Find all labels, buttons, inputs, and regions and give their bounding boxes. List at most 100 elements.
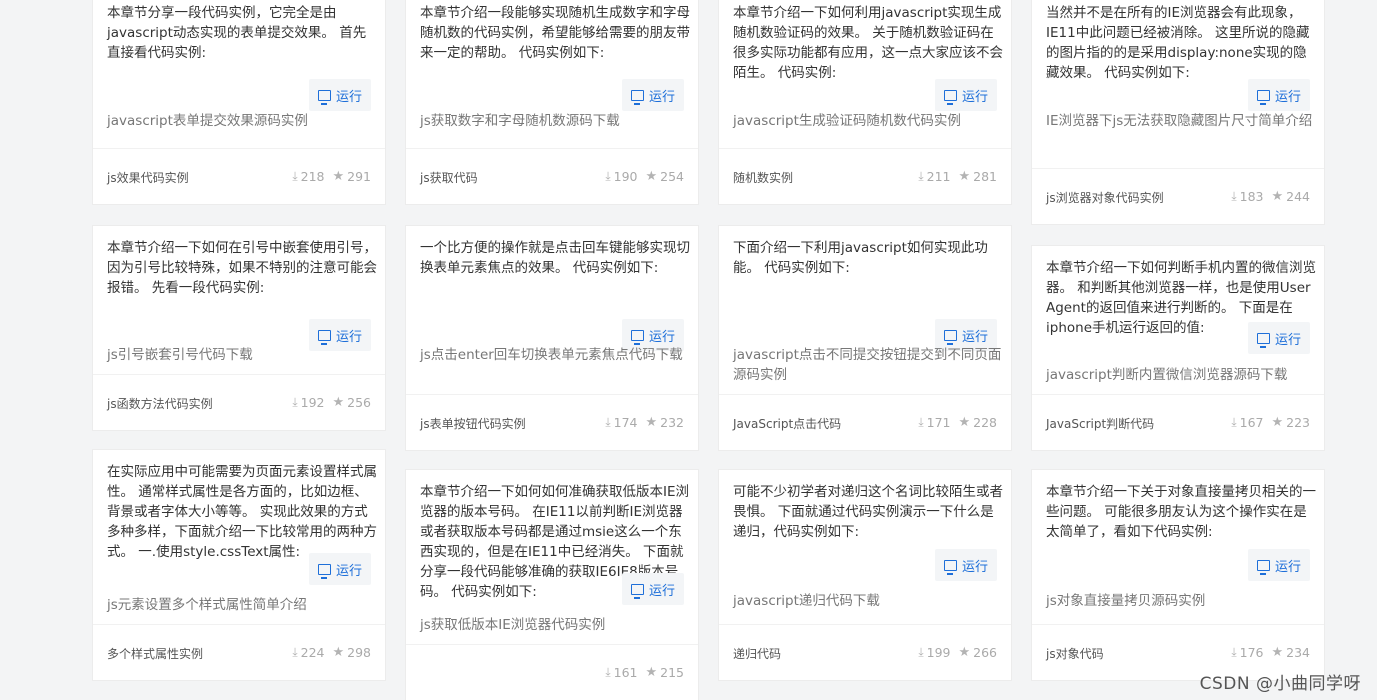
star-count: 256 bbox=[347, 395, 371, 410]
star-icon: ★ bbox=[1271, 415, 1284, 430]
run-button[interactable]: 运行 bbox=[309, 553, 371, 585]
card-description: 下面介绍一下利用javascript如何实现此功能。 代码实例如下: bbox=[733, 240, 988, 276]
monitor-icon bbox=[1256, 89, 1270, 105]
download-icon: ⤓ bbox=[292, 645, 298, 659]
card-download-link[interactable]: js获取数字和字母随机数源码下载 bbox=[420, 111, 690, 131]
monitor-icon bbox=[943, 329, 957, 345]
download-count: 218 bbox=[300, 169, 325, 184]
run-label: 运行 bbox=[335, 563, 362, 579]
code-card: 本章节介绍一段能够实现随机生成数字和字母随机数的代码实例，希望能够给需要的朋友带… bbox=[405, 0, 699, 205]
card-description: 本章节介绍一下如何利用javascript实现生成随机数验证码的效果。 关于随机… bbox=[733, 5, 1003, 81]
star-count: 232 bbox=[660, 415, 684, 430]
card-download-link[interactable]: js元素设置多个样式属性简单介绍 bbox=[107, 595, 377, 615]
card-footer: js函数方法代码实例 ⤓ 192 ★ 256 bbox=[93, 374, 385, 430]
run-label: 运行 bbox=[648, 583, 675, 599]
monitor-icon bbox=[317, 563, 331, 579]
monitor-icon bbox=[943, 89, 957, 105]
card-description: 一个比方便的操作就是点击回车键能够实现切换表单元素焦点的效果。 代码实例如下: bbox=[420, 240, 690, 276]
star-count: 281 bbox=[973, 169, 997, 184]
card-download-link[interactable]: js获取低版本IE浏览器代码实例 bbox=[420, 615, 690, 635]
card-tag[interactable]: 递归代码 bbox=[733, 645, 781, 662]
monitor-icon bbox=[317, 329, 331, 345]
card-description: 可能不少初学者对递归这个名词比较陌生或者畏惧。 下面就通过代码实例演示一下什么是… bbox=[733, 484, 1003, 540]
card-download-link[interactable]: javascript点击不同提交按钮提交到不同页面源码实例 bbox=[733, 345, 1003, 385]
card-download-link[interactable]: javascript递归代码下载 bbox=[733, 591, 1003, 611]
monitor-icon bbox=[630, 583, 644, 599]
card-description: 当然并不是在所有的IE浏览器会有此现象，IE11中此问题已经被消除。 这里所说的… bbox=[1046, 5, 1310, 81]
star-count: 215 bbox=[660, 665, 684, 680]
card-tag[interactable]: JavaScript点击代码 bbox=[733, 415, 841, 432]
card-stats: ⤓ 211 ★ 281 bbox=[918, 169, 997, 184]
download-icon: ⤓ bbox=[605, 169, 611, 183]
run-button[interactable]: 运行 bbox=[1248, 322, 1310, 354]
card-download-link[interactable]: javascript生成验证码随机数代码实例 bbox=[733, 111, 1003, 131]
download-icon: ⤓ bbox=[1231, 189, 1237, 203]
card-stats: ⤓ 167 ★ 223 bbox=[1231, 415, 1310, 430]
download-count: 171 bbox=[926, 415, 951, 430]
card-stats: ⤓ 224 ★ 298 bbox=[292, 645, 371, 660]
card-footer: JavaScript判断代码 ⤓ 167 ★ 223 bbox=[1032, 394, 1324, 450]
card-download-link[interactable]: js引号嵌套引号代码下载 bbox=[107, 345, 377, 365]
card-description: 在实际应用中可能需要为页面元素设置样式属性。 通常样式属性是各方面的，比如边框、… bbox=[107, 464, 377, 560]
code-card: 下面介绍一下利用javascript如何实现此功能。 代码实例如下: 运行 ja… bbox=[718, 225, 1012, 451]
run-button[interactable]: 运行 bbox=[309, 79, 371, 111]
card-description: 本章节介绍一下如何在引号中嵌套使用引号，因为引号比较特殊，如果不特别的注意可能会… bbox=[107, 240, 377, 296]
card-tag[interactable]: js表单按钮代码实例 bbox=[420, 415, 526, 432]
download-icon: ⤓ bbox=[918, 169, 924, 183]
card-tag[interactable]: 多个样式属性实例 bbox=[107, 645, 203, 662]
card-download-link[interactable]: IE浏览器下js无法获取隐藏图片尺寸简单介绍 bbox=[1046, 111, 1316, 131]
star-icon: ★ bbox=[958, 645, 971, 660]
code-card: 可能不少初学者对递归这个名词比较陌生或者畏惧。 下面就通过代码实例演示一下什么是… bbox=[718, 469, 1012, 681]
run-button[interactable]: 运行 bbox=[1248, 79, 1310, 111]
code-card: 在实际应用中可能需要为页面元素设置样式属性。 通常样式属性是各方面的，比如边框、… bbox=[92, 449, 386, 681]
monitor-icon bbox=[943, 559, 957, 575]
run-label: 运行 bbox=[1274, 332, 1301, 348]
download-count: 211 bbox=[926, 169, 951, 184]
download-icon: ⤓ bbox=[605, 665, 611, 679]
card-download-link[interactable]: javascript表单提交效果源码实例 bbox=[107, 111, 377, 131]
code-card: 一个比方便的操作就是点击回车键能够实现切换表单元素焦点的效果。 代码实例如下: … bbox=[405, 225, 699, 451]
star-icon: ★ bbox=[332, 395, 345, 410]
card-stats: ⤓ 183 ★ 244 bbox=[1231, 189, 1310, 204]
star-icon: ★ bbox=[645, 665, 658, 680]
star-icon: ★ bbox=[1271, 189, 1284, 204]
card-description: 本章节介绍一下关于对象直接量拷贝相关的一些问题。 可能很多朋友认为这个操作实在是… bbox=[1046, 484, 1316, 540]
card-footer: JavaScript点击代码 ⤓ 171 ★ 228 bbox=[719, 394, 1011, 450]
run-button[interactable]: 运行 bbox=[935, 549, 997, 581]
download-count: 174 bbox=[613, 415, 638, 430]
card-tag[interactable]: js浏览器对象代码实例 bbox=[1046, 189, 1164, 206]
card-tag[interactable]: js函数方法代码实例 bbox=[107, 395, 213, 412]
card-footer: js效果代码实例 ⤓ 218 ★ 291 bbox=[93, 148, 385, 204]
code-card: 本章节介绍一下如何利用javascript实现生成随机数验证码的效果。 关于随机… bbox=[718, 0, 1012, 205]
star-count: 291 bbox=[347, 169, 371, 184]
code-card: 本章节介绍一下关于对象直接量拷贝相关的一些问题。 可能很多朋友认为这个操作实在是… bbox=[1031, 469, 1325, 681]
run-button[interactable]: 运行 bbox=[622, 79, 684, 111]
card-download-link[interactable]: js点击enter回车切换表单元素焦点代码下载 bbox=[420, 345, 690, 365]
card-stats: ⤓ 176 ★ 234 bbox=[1231, 645, 1310, 660]
card-footer: js获取代码 ⤓ 190 ★ 254 bbox=[406, 148, 698, 204]
star-count: 234 bbox=[1286, 645, 1310, 660]
card-tag[interactable]: js效果代码实例 bbox=[107, 169, 189, 186]
code-card: 本章节介绍一下如何判断手机内置的微信浏览器。 和判断其他浏览器一样，也是使用Us… bbox=[1031, 245, 1325, 451]
star-icon: ★ bbox=[645, 415, 658, 430]
card-tag[interactable]: js获取代码 bbox=[420, 169, 478, 186]
download-icon: ⤓ bbox=[605, 415, 611, 429]
download-count: 183 bbox=[1239, 189, 1264, 204]
monitor-icon bbox=[1256, 559, 1270, 575]
card-tag[interactable]: js对象代码 bbox=[1046, 645, 1104, 662]
run-button[interactable]: 运行 bbox=[935, 79, 997, 111]
card-footer: 随机数实例 ⤓ 211 ★ 281 bbox=[719, 148, 1011, 204]
run-label: 运行 bbox=[961, 559, 988, 575]
card-download-link[interactable]: javascript判断内置微信浏览器源码下载 bbox=[1046, 365, 1316, 385]
run-button[interactable]: 运行 bbox=[1248, 549, 1310, 581]
monitor-icon bbox=[317, 89, 331, 105]
download-icon: ⤓ bbox=[918, 645, 924, 659]
card-tag[interactable]: 随机数实例 bbox=[733, 169, 793, 186]
star-icon: ★ bbox=[1271, 645, 1284, 660]
download-icon: ⤓ bbox=[1231, 645, 1237, 659]
code-card: 当然并不是在所有的IE浏览器会有此现象，IE11中此问题已经被消除。 这里所说的… bbox=[1031, 0, 1325, 225]
card-tag[interactable]: JavaScript判断代码 bbox=[1046, 415, 1154, 432]
run-button[interactable]: 运行 bbox=[622, 573, 684, 605]
card-download-link[interactable]: js对象直接量拷贝源码实例 bbox=[1046, 591, 1316, 611]
card-footer: js浏览器对象代码实例 ⤓ 183 ★ 244 bbox=[1032, 168, 1324, 224]
